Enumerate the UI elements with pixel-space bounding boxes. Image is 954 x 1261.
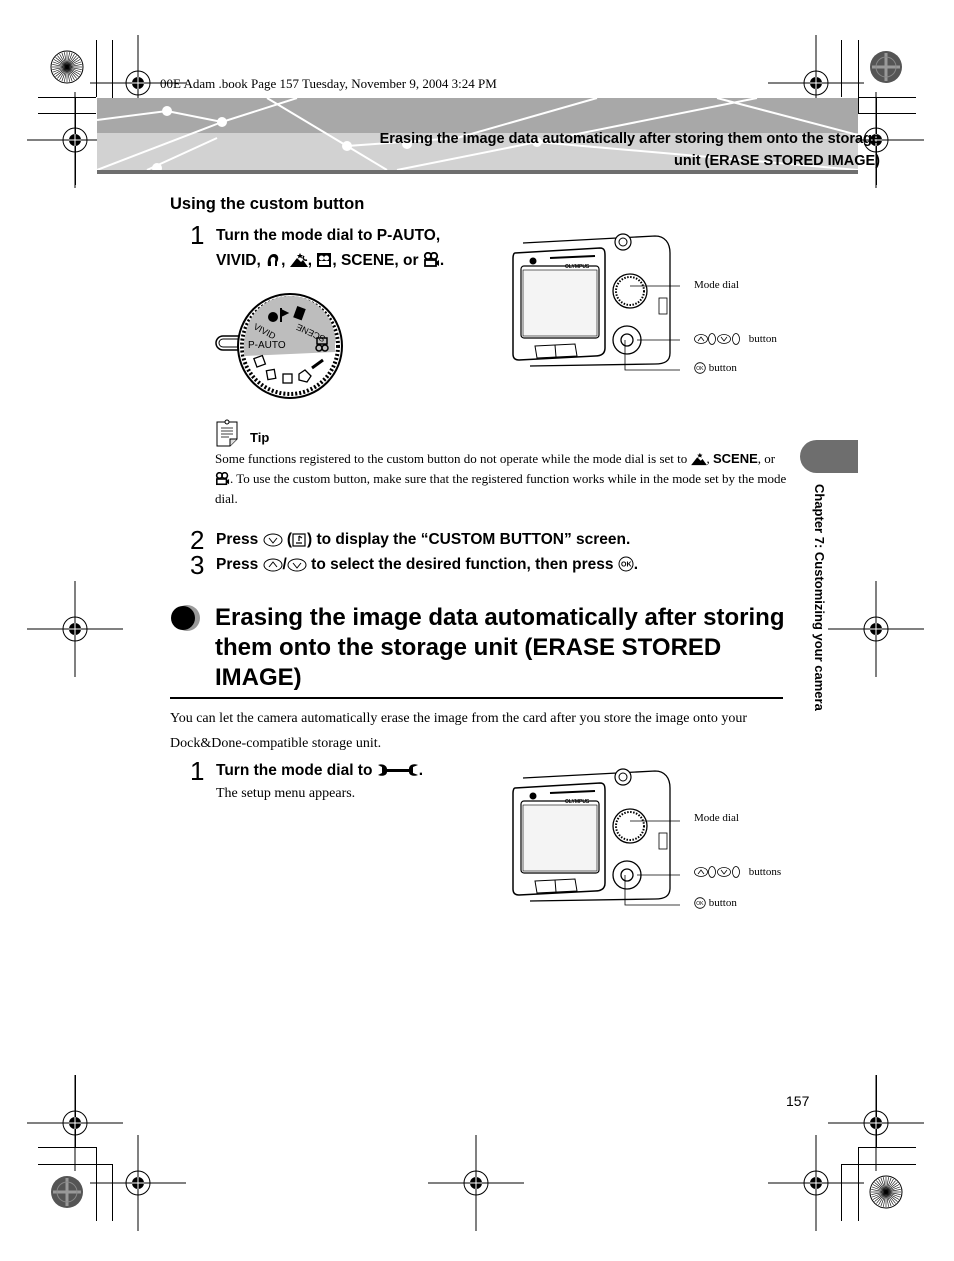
night-landscape-icon [289,253,308,267]
chapter-tab [800,440,858,473]
self-portrait-icon [317,253,332,267]
ok-button-icon: OK [694,362,706,374]
night-landscape-icon [690,452,707,466]
print-info: 00E Adam .book Page 157 Tuesday, Novembe… [160,76,497,91]
header-title-line2: unit (ERASE STORED IMAGE) [674,153,880,169]
tip-note-icon [216,419,238,447]
erase-step-1-text: Turn the mode dial to . [216,762,424,779]
svg-text:OLYMPUS: OLYMPUS [565,264,590,270]
svg-text:OK: OK [696,366,704,372]
ok-button-callout: OK button [694,362,737,374]
page-number: 157 [786,1093,810,1109]
starburst-mark-icon [50,50,84,84]
mode-dial-illustration: P-AUTO VIVID SCENE [215,293,343,399]
down-arrow-button-icon [263,533,283,547]
subheading: Using the custom button [170,195,365,213]
arrow-buttons-callout: button [694,333,777,345]
movie-icon [423,252,439,267]
camera-illustration-1: OLYMPUS [512,233,680,371]
dial-label-p-auto: P-AUTO [248,340,286,351]
registration-mark-icon [90,1135,186,1231]
registration-mark-icon [768,1135,864,1231]
ok-button-icon: OK [618,556,634,572]
starburst-mark-icon [869,1175,903,1209]
svg-text:OLYMPUS: OLYMPUS [565,799,590,805]
arrow-buttons-callout: buttons [694,866,781,878]
down-arrow-button-icon [287,558,307,572]
intro-paragraph: You can let the camera automatically era… [170,711,748,751]
registration-mark-icon [828,581,924,677]
chapter-label: Chapter 7: Customizing your camera [812,484,827,711]
up-arrow-button-icon [263,558,283,572]
step-2-text: Press () to display the “CUSTOM BUTTON” … [216,531,631,548]
tip-title: Tip [250,430,270,445]
ok-button-callout: OK button [694,897,737,909]
header-title: Erasing the image data automatically aft… [380,128,880,172]
camera-illustration-2: OLYMPUS [512,768,680,906]
svg-text:OK: OK [696,901,704,907]
erase-step-1-note: The setup menu appears. [216,786,356,801]
section-bullet-icon [171,605,200,631]
step-1-line2: VIVID, , , , SCENE, or . [216,252,445,269]
step-number: 3 [190,550,205,580]
step-1-text: Turn the mode dial to P-AUTO, VIVID, , ,… [216,223,516,273]
custom-button-icon [292,533,306,547]
portrait-icon [267,254,279,266]
section-title: Erasing the image data automatically aft… [215,604,785,691]
movie-icon [215,472,230,486]
starburst-mark-icon [870,51,902,83]
mode-dial-callout: Mode dial [694,279,739,291]
step-number: 1 [190,756,205,786]
arrow-buttons-icon [694,866,740,878]
registration-mark-icon [428,1135,524,1231]
wrench-setup-icon [377,764,418,776]
header-title-line1: Erasing the image data automatically aft… [379,131,880,147]
step-1-line1: Turn the mode dial to P-AUTO, [216,227,441,244]
step-number: 1 [190,220,205,250]
section-rule [170,697,783,699]
arrow-buttons-icon [694,333,740,345]
ok-button-icon: OK [694,897,706,909]
mode-dial-callout: Mode dial [694,812,739,824]
registration-mark-icon [27,581,123,677]
svg-text:OK: OK [621,562,632,569]
tip-body: Some functions registered to the custom … [215,451,787,506]
starburst-mark-icon [51,1176,83,1208]
step-3-text: Press / to select the desired function, … [216,556,639,573]
